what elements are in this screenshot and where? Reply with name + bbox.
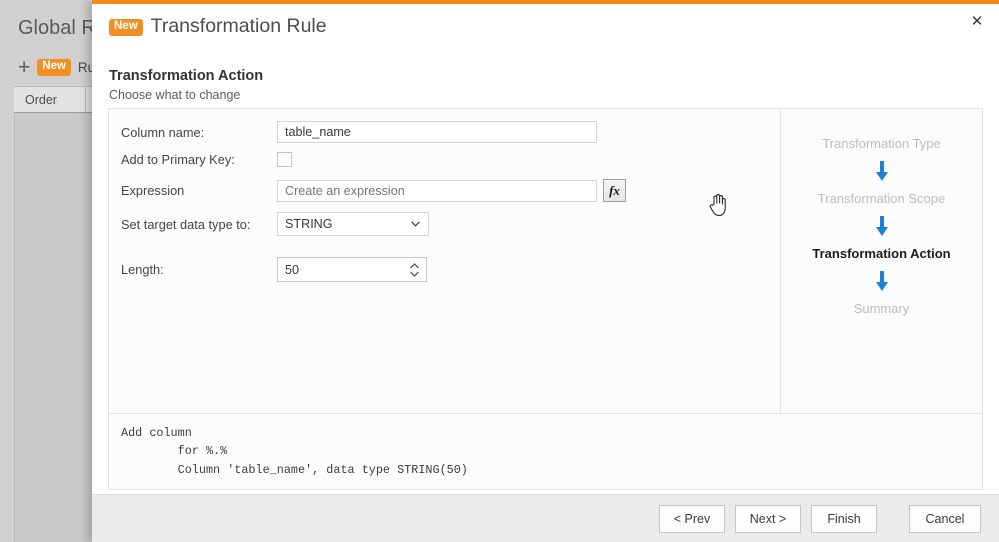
column-name-label: Column name: [121, 125, 277, 140]
close-icon[interactable]: ✕ [965, 9, 989, 33]
column-name-row: Column name: [121, 121, 597, 143]
step-arrow-down-icon [874, 160, 890, 182]
dialog-header: New Transformation Rule [109, 15, 327, 38]
length-stepper[interactable] [277, 257, 427, 282]
wizard-step-transformation-action: Transformation Action [812, 246, 950, 261]
data-type-select[interactable]: STRING [277, 212, 429, 236]
column-name-input[interactable] [277, 121, 597, 143]
stepper-arrows[interactable] [410, 262, 419, 277]
transformation-rule-dialog: ✕ New Transformation Rule Transformation… [92, 0, 999, 542]
length-label: Length: [121, 262, 277, 277]
data-type-row: Set target data type to: STRING [121, 212, 429, 236]
plus-icon[interactable]: + [18, 57, 30, 78]
expression-label: Expression [121, 183, 277, 198]
prev-button[interactable]: < Prev [659, 505, 725, 533]
finish-button[interactable]: Finish [811, 505, 877, 533]
new-badge: New [109, 19, 143, 36]
dialog-accent-bar [92, 0, 999, 4]
section-title: Transformation Action [109, 68, 263, 84]
next-button[interactable]: Next > [735, 505, 801, 533]
main-panel: Column name: Add to Primary Key: Express… [108, 108, 983, 414]
chevron-down-icon [411, 220, 420, 229]
length-input[interactable] [278, 258, 398, 281]
primary-key-row: Add to Primary Key: [121, 152, 292, 167]
wizard-step-summary: Summary [854, 301, 910, 316]
rule-preview-panel: Add column for %.% Column 'table_name', … [108, 414, 983, 490]
expression-row: Expression fx [121, 179, 626, 202]
primary-key-checkbox[interactable] [277, 152, 292, 167]
data-type-value: STRING [278, 217, 333, 231]
wizard-steps: Transformation Type Transformation Scope… [781, 109, 982, 413]
stepper-down-icon[interactable] [410, 271, 419, 277]
transformation-action-form: Column name: Add to Primary Key: Express… [109, 109, 781, 413]
new-badge: New [37, 59, 71, 76]
rule-preview-code: Add column for %.% Column 'table_name', … [121, 424, 970, 479]
wizard-step-transformation-type: Transformation Type [822, 136, 941, 151]
step-arrow-down-icon [874, 215, 890, 237]
dialog-footer: < Prev Next > Finish Cancel [92, 494, 999, 542]
length-row: Length: [121, 257, 427, 282]
cancel-button[interactable]: Cancel [909, 505, 981, 533]
expression-input[interactable] [277, 180, 597, 202]
dialog-title: Transformation Rule [151, 15, 327, 38]
step-arrow-down-icon [874, 270, 890, 292]
wizard-step-transformation-scope: Transformation Scope [818, 191, 945, 206]
data-type-label: Set target data type to: [121, 217, 277, 232]
primary-key-label: Add to Primary Key: [121, 152, 277, 167]
table-column-order[interactable]: Order [14, 87, 86, 112]
stepper-up-icon[interactable] [410, 262, 419, 268]
fx-button[interactable]: fx [603, 179, 626, 202]
section-subtitle: Choose what to change [109, 88, 240, 102]
